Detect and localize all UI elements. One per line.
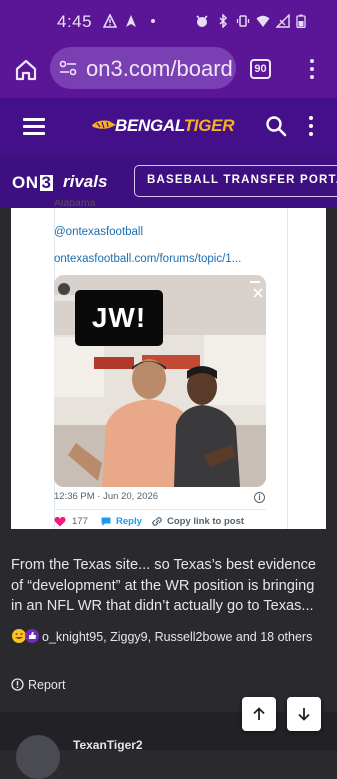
divider: [54, 509, 266, 510]
bluetooth-icon: [219, 14, 228, 28]
vibrate-icon: [236, 15, 250, 27]
reactions-text: o_knight95, Ziggy9, Russell2bowe and 18 …: [42, 630, 313, 644]
avatar[interactable]: [16, 735, 60, 779]
status-time: 4:45: [57, 12, 93, 31]
browser-toolbar: on3.com/board 90: [0, 42, 337, 98]
rivals-logo[interactable]: rivals: [63, 172, 107, 192]
info-icon[interactable]: i: [254, 492, 265, 503]
battery-icon: [296, 14, 306, 28]
status-bar: 4:45: [0, 0, 337, 42]
link-icon[interactable]: [151, 516, 163, 527]
post-timestamp[interactable]: 12:36 PM · Jun 20, 2026: [54, 491, 158, 502]
baseball-transfer-portal-button[interactable]: BASEBALL TRANSFER PORTAL: [134, 165, 337, 197]
url-text: on3.com/board: [86, 56, 233, 81]
embed-handle-link[interactable]: @ontexasfootball: [54, 226, 143, 238]
navigation-icon: [126, 15, 136, 27]
logo-tiger-text: TIGER: [183, 116, 235, 135]
report-label: Report: [28, 678, 66, 692]
embed-partial-text: Alabama: [54, 200, 96, 209]
site-menu-icon[interactable]: [306, 116, 316, 138]
browser-menu-icon[interactable]: [306, 59, 318, 81]
search-icon[interactable]: [264, 114, 288, 138]
heart-icon[interactable]: [54, 516, 66, 527]
tiger-logo-icon: [92, 120, 116, 129]
scroll-down-button[interactable]: [287, 697, 321, 731]
site-header: BENGALTIGER: [0, 98, 337, 156]
hamburger-menu-icon[interactable]: [23, 118, 45, 135]
wifi-icon: [256, 15, 270, 27]
embed-url-link[interactable]: ontexasfootball.com/forums/topic/1...: [54, 253, 241, 265]
alarm-icon: [196, 15, 208, 27]
scroll-up-button[interactable]: [242, 697, 276, 731]
on3-logo[interactable]: ON 3: [12, 173, 54, 193]
photo-caption: JW!: [75, 290, 163, 346]
reaction-emoji-icons: [12, 629, 39, 643]
report-icon: [11, 678, 24, 691]
site-settings-icon[interactable]: [59, 60, 77, 76]
logo-bengal-text: BENGAL: [115, 116, 184, 135]
site-logo[interactable]: BENGALTIGER: [91, 114, 235, 138]
cell-signal-icon: [276, 14, 290, 28]
tweet-actions: 177 Reply Copy link to post: [54, 515, 266, 529]
tab-switcher-button[interactable]: 90: [250, 59, 271, 79]
like-count: 177: [72, 516, 88, 527]
copy-link-button[interactable]: Copy link to post: [167, 516, 244, 527]
reply-button[interactable]: Reply: [116, 516, 142, 527]
home-icon[interactable]: [12, 56, 40, 84]
reply-icon[interactable]: [100, 516, 112, 527]
url-bar[interactable]: on3.com/board: [50, 47, 236, 89]
notification-dot-icon: [151, 19, 155, 23]
arrow-up-icon: [253, 707, 265, 720]
arrow-down-icon: [298, 708, 310, 721]
post-body: From the Texas site... so Texas’s best e…: [11, 557, 316, 614]
warning-icon: [103, 14, 117, 28]
